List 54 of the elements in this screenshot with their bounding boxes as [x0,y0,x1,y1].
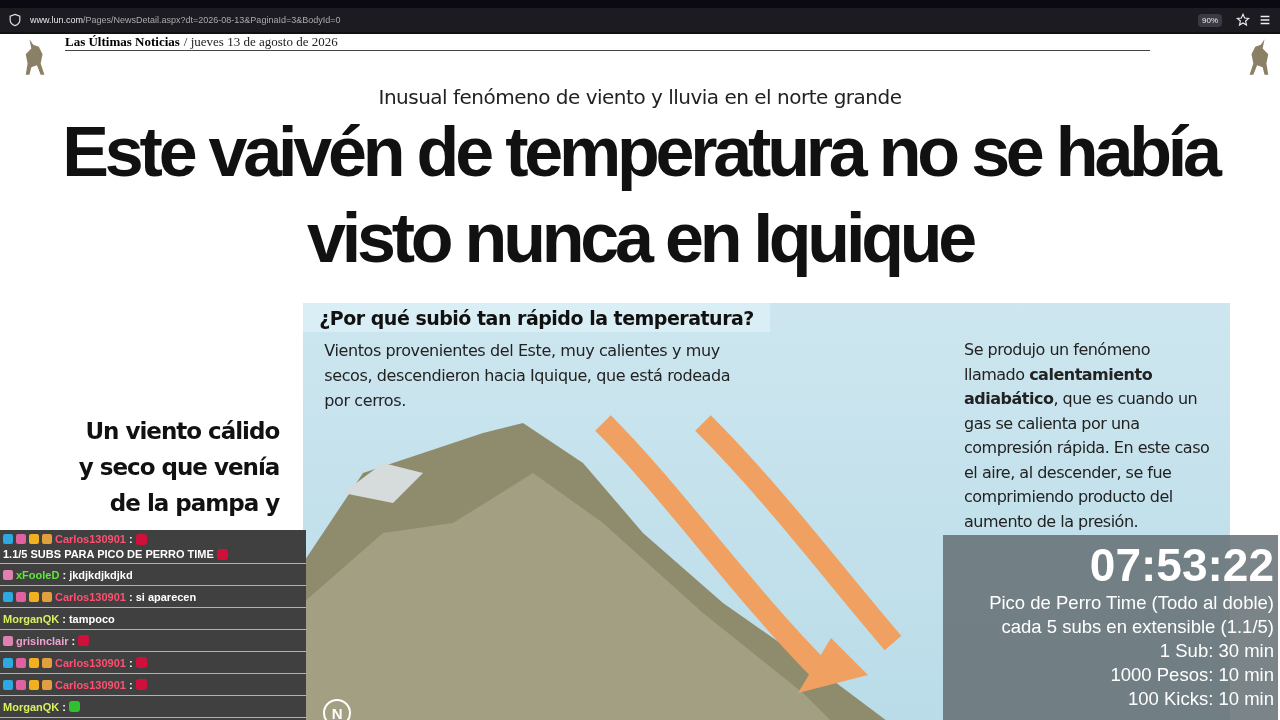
lead-text-line: de la pampa y [108,489,280,518]
infographic-explanation: Se produjo un fenómeno llamado calentamiento adiabático, que es cuando un gas se calienta por una compresión rápida. En este caso el aire, al descender, se fue comprimiendo producto del aumento de la presión. [964,339,1211,533]
chat-badge-icon [16,657,26,668]
chat-badge-icon [3,657,13,668]
chat-badge-icon [29,679,39,690]
chat-username: grisinclair [16,634,69,647]
chat-badge-icon [42,657,52,668]
lead-text-line: Un viento cálido [84,417,280,446]
chat-badge-icon [16,679,26,690]
chat-badge-icon [3,569,13,580]
headline: Este vaivén de temperatura no se había [61,112,1220,193]
chat-username: MorganQK [3,612,60,625]
chat-text: : tampoco [62,612,115,625]
north-compass: N [323,699,352,720]
star-icon[interactable] [1236,13,1250,27]
infographic-paragraph: Vientos provenientes del Este, muy calientes y muy secos, descendieron hacia Iquique, que está rodeada por cerros. [324,340,732,412]
chat-text: : [128,656,133,669]
chat-text: : jkdjkdjkdjkd [62,568,133,581]
chat-username: MorganQK [3,700,60,713]
timer-info-line: cada 5 subs en extensible (1.1/5) [1000,615,1274,639]
timer-info-line: Pico de Perro Time (Todo al doble) [988,591,1274,615]
chat-badge-icon [29,657,39,668]
chat-username: Carlos130901 [55,678,126,691]
headline: visto nunca en Iquique [306,198,975,279]
chat-badge-icon [3,635,13,646]
chat-badge-icon [16,591,26,602]
chat-badge-icon [42,679,52,690]
chat-username: xFooleD [16,568,60,581]
chat-text: : si aparecen [128,590,197,603]
issue-date: / jueves 13 de agosto de 2026 [183,35,338,48]
timer-info-line: 1 Sub: 30 min [1158,639,1274,663]
chat-badge-icon [42,591,52,602]
shield-icon[interactable] [8,13,22,27]
chat-badge-icon [3,591,13,602]
lead-text-line: y seco que venía [78,453,280,482]
chat-badge-icon [29,591,39,602]
chat-username: Carlos130901 [55,656,126,669]
newspaper-name: Las Últimas Noticias [65,35,180,48]
zoom-level-button[interactable]: 90% [1198,13,1222,27]
timer-info-line: 100 Kicks: 10 min [1127,687,1274,711]
chat-username: Carlos130901 [55,590,126,603]
address-field[interactable]: www.lun.com/Pages/NewsDetail.aspx?dt=2026-08-13&PaginaId=3&BodyId=0 [30,15,1190,25]
chat-text: : [128,678,133,691]
countdown-timer: 07:53:22 [1088,539,1274,591]
chat-text: 1.1/5 SUBS PARA PICO DE PERRO TIME [3,548,214,560]
infographic-title: ¿Por qué subió tan rápido la temperatura? [303,303,770,332]
article-kicker: Inusual fenómeno de viento y lluvia en el norte grande [377,85,903,109]
menu-icon[interactable] [1258,13,1272,27]
chat-username: Carlos130901 [55,533,126,545]
chat-text: : [62,700,66,713]
chat-badge-icon [3,679,13,690]
timer-info-line: 1000 Pesos: 10 min [1109,663,1274,687]
chat-text: : [128,533,133,545]
chat-text: : [71,634,76,647]
